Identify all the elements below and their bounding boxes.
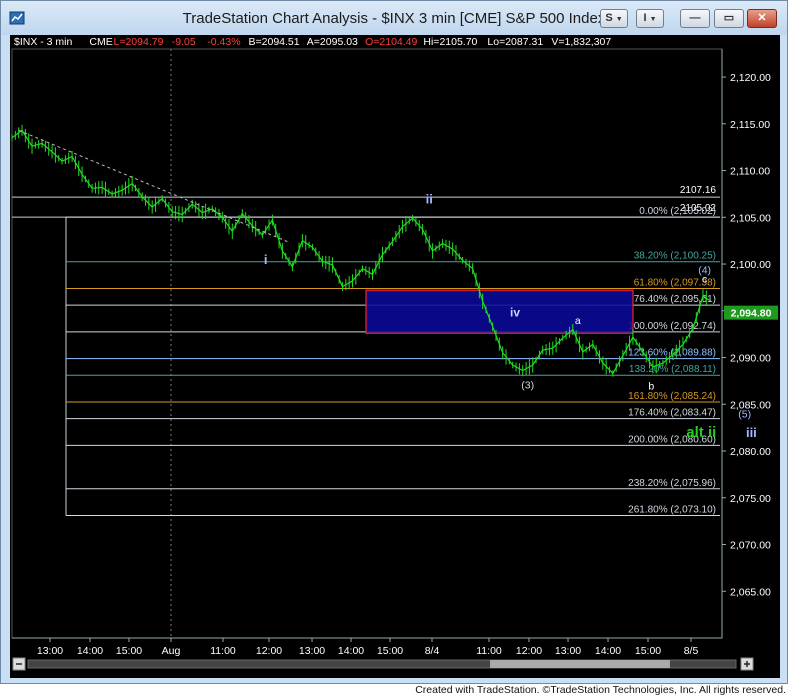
wave-label: alt ii <box>686 424 716 441</box>
x-tick-label: 15:00 <box>377 645 403 657</box>
y-tick-label: 2,120.00 <box>730 72 771 84</box>
x-tick-label: 8/5 <box>684 645 699 657</box>
minimize-icon: — <box>689 12 701 24</box>
status-item: L=2094.79 <box>114 36 164 48</box>
chevron-down-icon: ▼ <box>615 16 623 23</box>
status-bar: $INX - 3 min CME L=2094.79 -9.05 -0.43% B=209… <box>14 36 611 48</box>
wave-label: (5) <box>738 408 751 420</box>
x-tick-label: 13:00 <box>299 645 325 657</box>
y-tick-label: 2,090.00 <box>730 353 771 365</box>
x-tick-label: Aug <box>162 645 181 657</box>
y-tick-label: 2,070.00 <box>730 540 771 552</box>
status-item: $INX - 3 min <box>14 36 73 48</box>
x-tick-label: 11:00 <box>476 645 502 657</box>
y-tick-label: 2,075.00 <box>730 493 771 505</box>
y-tick-label: 2,105.00 <box>730 212 771 224</box>
close-button[interactable]: ✕ <box>747 9 777 28</box>
chart-canvas[interactable]: $INX - 3 min CME L=2094.79 -9.05 -0.43% B=209… <box>10 35 780 678</box>
fib-label: 261.80% (2,073.10) <box>628 505 716 516</box>
y-tick-label: 2,100.00 <box>730 259 771 271</box>
fib-label: 2107.16 <box>680 185 717 196</box>
chevron-down-icon: ▼ <box>649 16 657 23</box>
copyright-footer: Created with TradeStation. ©TradeStation… <box>415 684 786 696</box>
wave-label: c <box>702 274 707 286</box>
y-tick-label: 2,110.00 <box>730 166 770 178</box>
chart-controls <box>12 657 754 671</box>
fib-label: 0.00% (2,105.02) <box>639 206 716 217</box>
fib-label: 38.20% (2,100.25) <box>634 251 716 262</box>
status-item: Hi=2105.70 <box>423 36 477 48</box>
wave-label: iii <box>746 425 757 440</box>
i-menu-button[interactable]: I ▼ <box>636 9 664 28</box>
chart-window: TradeStation Chart Analysis - $INX 3 min… <box>0 0 788 684</box>
x-tick-label: 12:00 <box>256 645 282 657</box>
wave-label: (3) <box>521 379 534 391</box>
status-item: A=2095.03 <box>307 36 358 48</box>
wave-label: a <box>575 315 581 327</box>
s-button-label: S <box>605 12 613 24</box>
x-tick-label: 14:00 <box>338 645 364 657</box>
status-item: Lo=2087.31 <box>487 36 543 48</box>
x-tick-label: 13:00 <box>555 645 581 657</box>
fib-label: 100.00% (2,092.74) <box>628 321 716 332</box>
x-tick-label: 12:00 <box>516 645 542 657</box>
x-tick-label: 15:00 <box>116 645 142 657</box>
target-box <box>365 289 634 334</box>
price-chart[interactable]: $INX - 3 min CME L=2094.79 -9.05 -0.43% B=209… <box>10 35 780 678</box>
zoom-out-button[interactable] <box>12 657 26 671</box>
maximize-button[interactable]: ▭ <box>714 9 744 28</box>
title-bar: TradeStation Chart Analysis - $INX 3 min… <box>1 1 787 35</box>
y-tick-label: 2,065.00 <box>730 586 771 598</box>
target-box-label: iv <box>510 306 520 320</box>
zoom-in-button[interactable] <box>740 657 754 671</box>
y-tick-label: 2,080.00 <box>730 446 771 458</box>
x-tick-label: 11:00 <box>210 645 236 657</box>
close-icon: ✕ <box>757 12 767 24</box>
x-tick-label: 8/4 <box>425 645 440 657</box>
plot-frame <box>11 48 723 639</box>
status-item: V=1,832,307 <box>551 36 611 48</box>
fib-label: 238.20% (2,075.96) <box>628 478 716 489</box>
fib-label: 176.40% (2,083.47) <box>628 408 716 419</box>
status-item: -9.05 <box>172 36 196 48</box>
wave-label: ii <box>426 191 433 206</box>
wave-label: i <box>264 252 268 267</box>
x-tick-label: 15:00 <box>635 645 661 657</box>
fib-label: 161.80% (2,085.24) <box>628 391 716 402</box>
x-tick-label: 13:00 <box>37 645 63 657</box>
window-title: TradeStation Chart Analysis - $INX 3 min… <box>182 10 606 27</box>
x-tick-label: 14:00 <box>595 645 621 657</box>
s-menu-button[interactable]: S ▼ <box>600 9 628 28</box>
minimize-button[interactable]: — <box>680 9 710 28</box>
y-tick-label: 2,115.00 <box>730 119 770 131</box>
x-tick-label: 14:00 <box>77 645 103 657</box>
scrollbar-thumb[interactable] <box>490 660 670 668</box>
status-item: -0.43% <box>207 36 240 48</box>
i-button-label: I <box>643 12 647 24</box>
maximize-icon: ▭ <box>723 12 735 24</box>
target-box-layer: iv <box>365 289 634 334</box>
status-item: O=2104.49 <box>365 36 417 48</box>
status-item: B=2094.51 <box>249 36 300 48</box>
fib-label: 138.20% (2,088.11) <box>629 364 716 375</box>
status-item: CME <box>89 36 112 48</box>
wave-label: b <box>648 380 654 392</box>
last-price-label: 2,094.80 <box>731 308 772 320</box>
